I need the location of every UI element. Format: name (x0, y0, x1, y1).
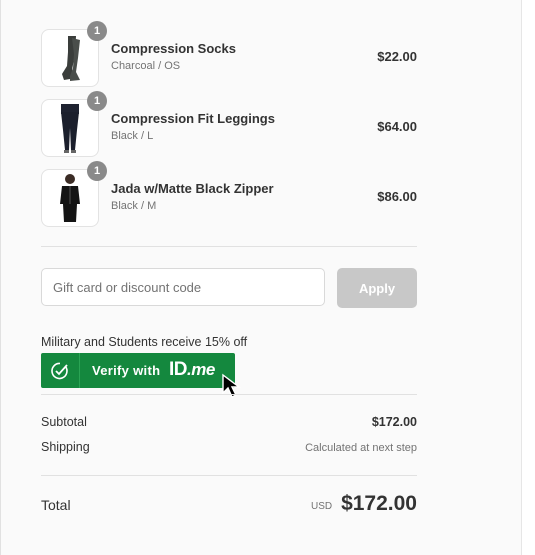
total-label: Total (41, 497, 71, 513)
quantity-badge: 1 (87, 91, 107, 111)
product-thumbnail: 1 (41, 21, 107, 87)
item-title: Compression Socks (111, 41, 236, 56)
item-price: $86.00 (377, 189, 417, 204)
line-item: 1 Compression Fit Leggings Black / L $64… (41, 91, 417, 157)
subtotal-value: $172.00 (371, 415, 417, 429)
item-price: $22.00 (377, 49, 417, 64)
panel-edge (521, 0, 535, 555)
order-summary-panel: 1 Compression Socks Charcoal / OS $22.00… (0, 0, 535, 555)
item-title: Compression Fit Leggings (111, 111, 275, 126)
product-thumbnail: 1 (41, 161, 107, 227)
item-variant: Black / M (111, 200, 157, 212)
verify-label: Verify with (92, 363, 161, 378)
product-thumbnail: 1 (41, 91, 107, 157)
shipping-value: Calculated at next step (305, 442, 417, 454)
check-icon (41, 353, 80, 388)
verify-idme-button[interactable]: Verify with ID.me (41, 353, 235, 388)
divider (41, 475, 417, 476)
line-item: 1 Jada w/Matte Black Zipper Black / M $8… (41, 161, 417, 227)
shipping-label: Shipping (41, 440, 90, 454)
quantity-badge: 1 (87, 161, 107, 181)
military-discount-text: Military and Students receive 15% off (41, 335, 248, 349)
divider (41, 246, 417, 247)
mouse-cursor-icon (222, 373, 242, 398)
item-variant: Charcoal / OS (111, 60, 181, 72)
discount-code-input[interactable] (41, 268, 325, 306)
item-variant: Black / L (111, 130, 154, 142)
divider (41, 394, 417, 395)
line-item: 1 Compression Socks Charcoal / OS $22.00 (41, 21, 417, 87)
currency-code: USD (311, 501, 333, 512)
item-price: $64.00 (377, 119, 417, 134)
idme-logo: ID.me (169, 359, 215, 380)
item-title: Jada w/Matte Black Zipper (111, 181, 274, 196)
subtotal-label: Subtotal (41, 415, 87, 429)
apply-discount-button[interactable]: Apply (337, 268, 417, 308)
total-value: $172.00 (341, 492, 417, 515)
quantity-badge: 1 (87, 21, 107, 41)
